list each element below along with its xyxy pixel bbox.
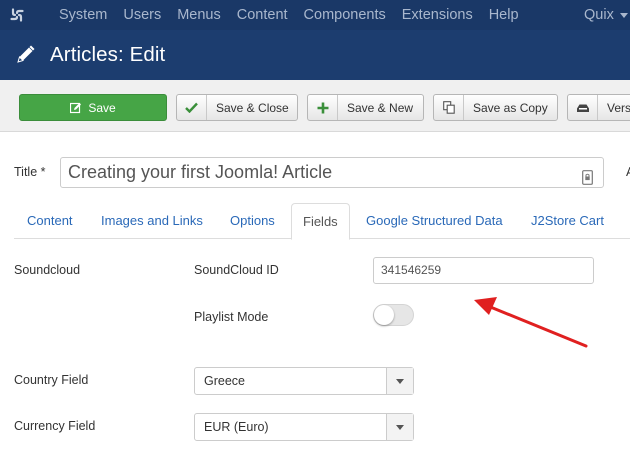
joomla-article-edit-page: System Users Menus Content Components Ex…	[0, 0, 630, 461]
annotation-arrow-icon	[474, 297, 588, 348]
